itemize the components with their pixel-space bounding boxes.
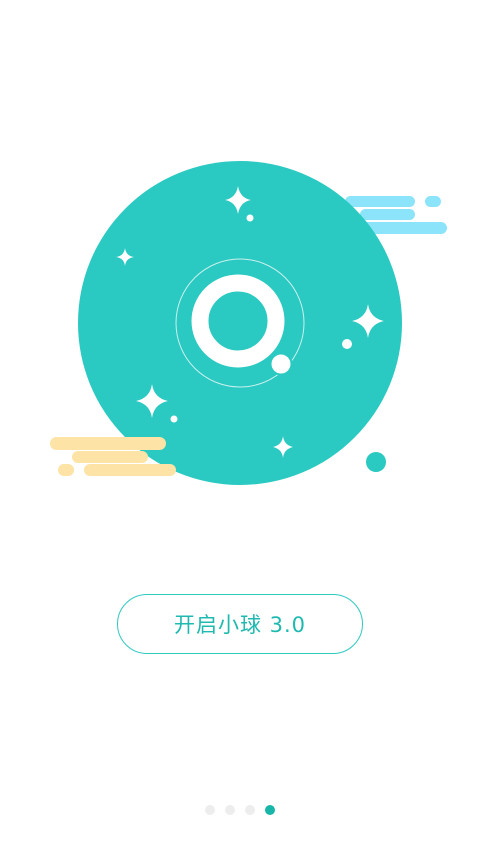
- main-circle: [78, 161, 402, 485]
- dot-icon: [170, 415, 178, 423]
- page-indicator: [0, 805, 480, 817]
- start-ball-button[interactable]: 开启小球 3.0: [117, 594, 363, 654]
- dot-icon: [246, 214, 254, 222]
- page-dot-3[interactable]: [245, 805, 255, 815]
- dot-icon: [342, 339, 352, 349]
- hero-illustration: [50, 161, 447, 485]
- page-dot-4-active[interactable]: [265, 805, 275, 815]
- dot-icon: [366, 452, 386, 472]
- page-dot-1[interactable]: [205, 805, 215, 815]
- satellite-ball-icon: [269, 352, 293, 376]
- onboarding-screen: 开启小球 3.0: [0, 0, 480, 854]
- page-dot-2[interactable]: [225, 805, 235, 815]
